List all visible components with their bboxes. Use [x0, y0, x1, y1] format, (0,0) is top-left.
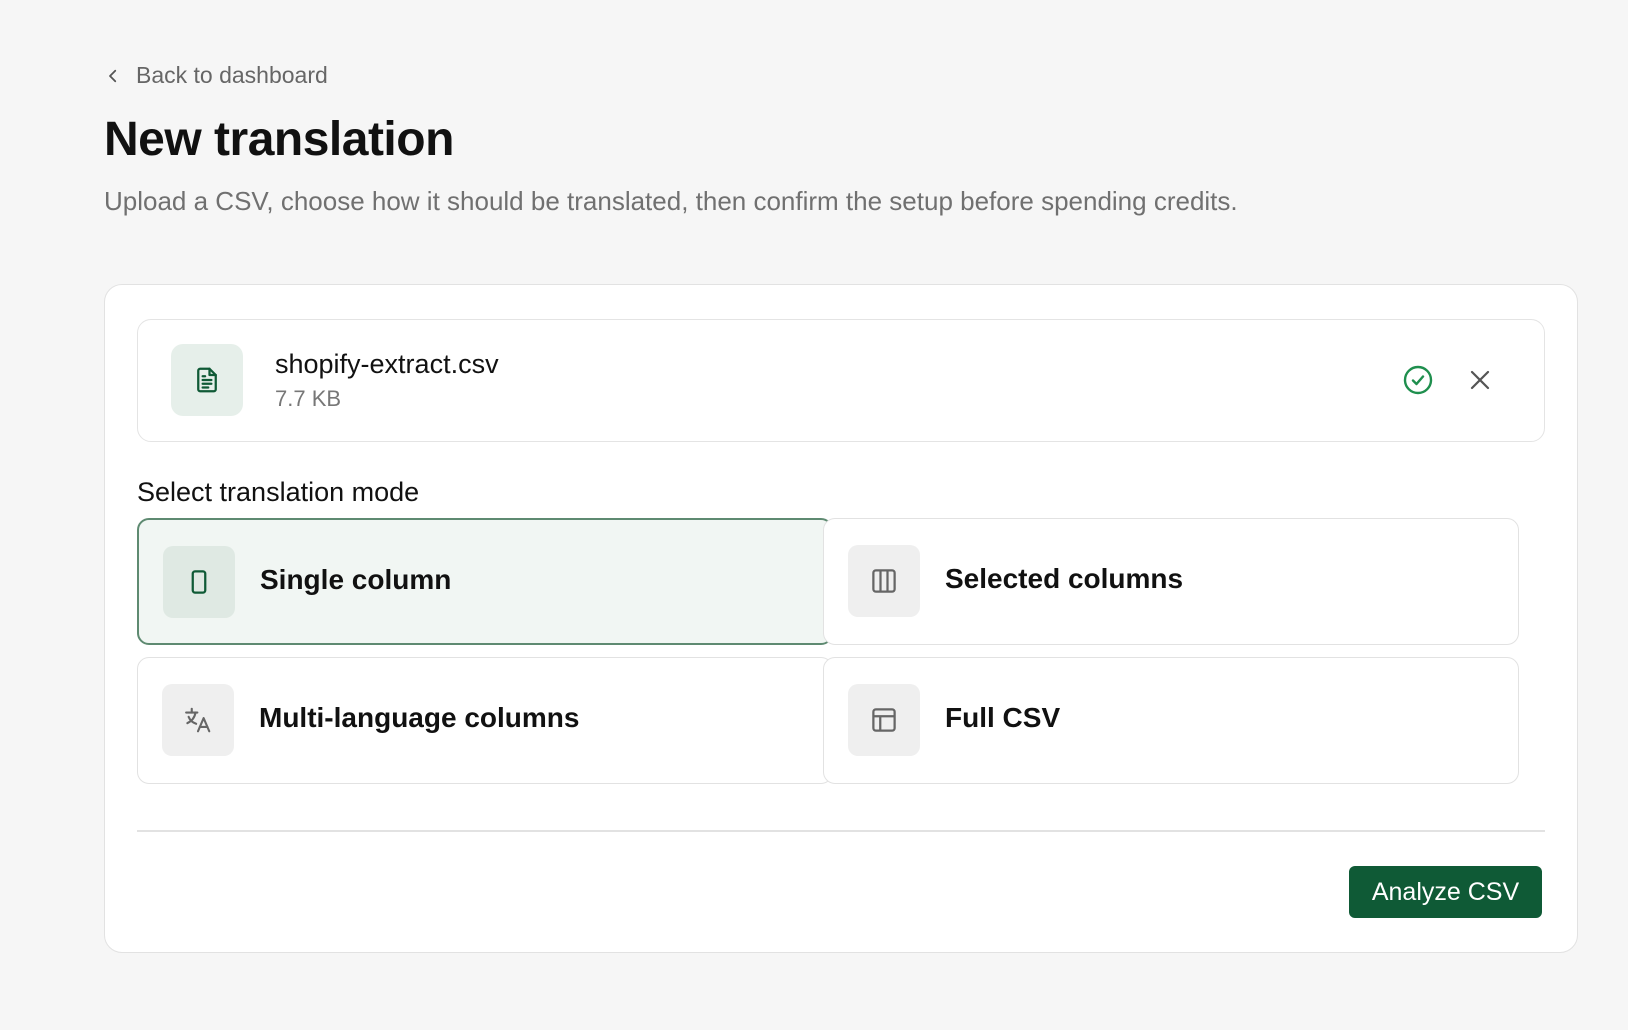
mode-icon-container: [848, 684, 920, 756]
table-icon: [872, 708, 896, 732]
file-icon-container: [171, 344, 243, 416]
back-to-dashboard-link[interactable]: Back to dashboard: [104, 62, 328, 89]
page-subtitle: Upload a CSV, choose how it should be tr…: [104, 186, 1238, 216]
file-text-icon: [197, 367, 217, 393]
check-circle-icon: [1403, 365, 1433, 395]
mode-option-selected-columns[interactable]: Selected columns: [823, 518, 1519, 645]
page-title: New translation: [104, 113, 454, 166]
mode-label-selected-columns: Selected columns: [945, 563, 1184, 594]
mode-option-full-csv[interactable]: Full CSV: [823, 657, 1519, 784]
divider: [137, 830, 1545, 832]
mode-label-full-csv: Full CSV: [945, 702, 1061, 733]
mode-label-single-column: Single column: [260, 564, 452, 595]
translation-mode-label: Select translation mode: [137, 477, 420, 507]
file-name: shopify-extract.csv: [275, 349, 499, 379]
mode-icon-container: [163, 546, 235, 618]
analyze-csv-button[interactable]: Analyze CSV: [1349, 866, 1542, 918]
chevron-left-icon: [109, 69, 117, 82]
mode-option-multi-language-columns[interactable]: Multi-language columns: [137, 657, 833, 784]
translation-setup-card: shopify-extract.csv 7.7 KB Select transl…: [104, 284, 1578, 953]
mode-label-multi-language-columns: Multi-language columns: [259, 702, 580, 733]
uploaded-file-row: shopify-extract.csv 7.7 KB: [137, 319, 1545, 442]
mode-icon-container: [162, 684, 234, 756]
mode-option-single-column[interactable]: Single column: [137, 518, 833, 645]
translate-icon: [185, 707, 211, 733]
close-icon: [1470, 370, 1490, 390]
mode-icon-container: [848, 545, 920, 617]
single-column-icon: [191, 570, 207, 594]
remove-file-button[interactable]: [1458, 358, 1502, 402]
columns-icon: [872, 569, 896, 593]
file-size: 7.7 KB: [275, 386, 342, 411]
back-link-label: Back to dashboard: [136, 62, 328, 88]
